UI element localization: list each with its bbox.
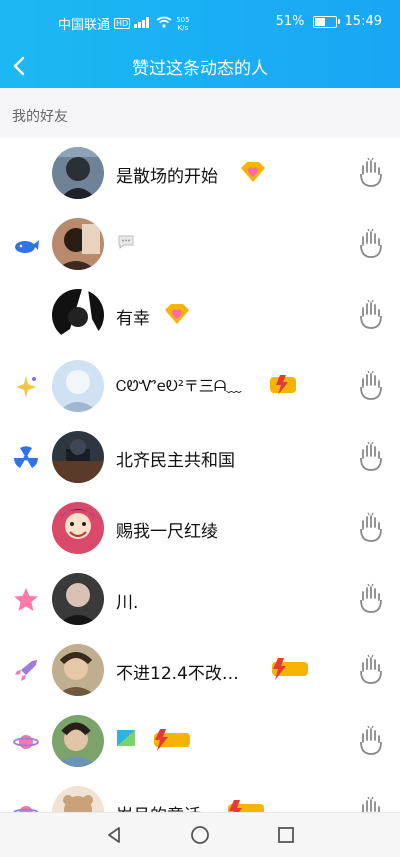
like-hand-icon[interactable]	[356, 227, 386, 261]
lightning-badge-icon	[148, 728, 192, 752]
diamond-heart-icon	[162, 302, 192, 326]
avatar[interactable]	[52, 644, 104, 696]
list-item[interactable]: 北齐民主共和国	[0, 422, 400, 493]
battery-icon	[312, 15, 340, 28]
like-hand-icon[interactable]	[356, 298, 386, 332]
like-hand-icon[interactable]	[356, 369, 386, 403]
friend-name: 川.	[116, 593, 139, 613]
like-hand-icon[interactable]	[356, 795, 386, 812]
friend-name: 不进12.4不改…	[116, 664, 239, 684]
avatar[interactable]	[52, 573, 104, 625]
avatar[interactable]	[52, 360, 104, 412]
signal-icon	[134, 16, 152, 32]
net-speed: 505 K/s	[176, 16, 189, 32]
friend-name: 北齐民主共和国	[116, 451, 235, 471]
list-item[interactable]: 岁月的童话	[0, 777, 400, 812]
gradient-square-icon	[116, 728, 136, 752]
avatar[interactable]	[52, 289, 104, 341]
avatar[interactable]	[52, 218, 104, 270]
sparkle-icon	[12, 374, 40, 400]
nav-recents-button[interactable]	[276, 825, 296, 845]
lightning-badge-icon	[268, 373, 298, 397]
friend-name: 是散场的开始	[116, 167, 218, 187]
circle-home-icon	[191, 826, 209, 844]
planet-icon	[12, 800, 40, 812]
friend-name: 赐我一尺红绫	[116, 522, 218, 542]
friend-name: 岁月的童话	[116, 801, 201, 812]
friend-name: 有幸	[116, 309, 150, 329]
list-item[interactable]: 赐我一尺红绫	[0, 493, 400, 564]
like-hand-icon[interactable]	[356, 440, 386, 474]
status-left: 中国联通 HD 505 K/s	[58, 14, 190, 34]
diamond-heart-icon	[238, 160, 268, 184]
net-speed-unit: K/s	[177, 23, 189, 32]
nav-back-button[interactable]	[104, 825, 124, 845]
battery-percent: 51%	[275, 14, 305, 29]
hd-icon: HD	[114, 18, 131, 29]
system-nav-bar	[0, 812, 400, 857]
triangle-back-icon	[108, 827, 120, 843]
avatar[interactable]	[52, 502, 104, 554]
pink-star-icon	[12, 587, 40, 613]
status-bar: 中国联通 HD 505 K/s 51% 15:49	[0, 0, 400, 44]
list-item[interactable]: 是散场的开始	[0, 138, 400, 209]
avatar[interactable]	[52, 715, 104, 767]
like-hand-icon[interactable]	[356, 511, 386, 545]
nav-home-button[interactable]	[190, 825, 210, 845]
whale-icon	[12, 232, 40, 258]
like-hand-icon[interactable]	[356, 724, 386, 758]
carrier-text: 中国联通	[58, 18, 111, 33]
radiation-icon	[12, 445, 40, 471]
square-recents-icon	[278, 827, 294, 843]
list-item[interactable]	[0, 706, 400, 777]
friend-name: ᏟᏬᏉeᎧ²〒三ᗩ﹏	[116, 377, 242, 395]
chat-bubble-icon	[116, 233, 146, 257]
list-item[interactable]: 川.	[0, 564, 400, 635]
list-item[interactable]: ᏟᏬᏉeᎧ²〒三ᗩ﹏	[0, 351, 400, 422]
lightning-badge-icon	[266, 657, 310, 681]
status-right: 51% 15:49	[276, 14, 382, 29]
list-item[interactable]: 有幸	[0, 280, 400, 351]
top-navbar: 赞过这条动态的人	[0, 44, 400, 88]
like-hand-icon[interactable]	[356, 156, 386, 190]
wifi-icon	[156, 16, 172, 32]
page-title: 赞过这条动态的人	[132, 59, 268, 79]
friends-list: 是散场的开始 有幸 ᏟᏬᏉeᎧ²〒三ᗩ﹏ 北齐民主共和国 赐我一尺红绫 川. 不…	[0, 138, 400, 812]
avatar[interactable]	[52, 147, 104, 199]
clock: 15:49	[344, 14, 382, 29]
avatar[interactable]	[52, 431, 104, 483]
friends-section-header: 我的好友	[0, 88, 400, 138]
net-speed-value: 505	[176, 15, 190, 24]
list-item[interactable]: 不进12.4不改…	[0, 635, 400, 706]
like-hand-icon[interactable]	[356, 582, 386, 616]
section-label: 我的好友	[12, 109, 68, 125]
planet-icon	[12, 729, 40, 755]
avatar[interactable]	[52, 786, 104, 812]
like-hand-icon[interactable]	[356, 653, 386, 687]
list-item[interactable]	[0, 209, 400, 280]
rocket-icon	[12, 658, 40, 684]
lightning-badge-icon	[222, 799, 266, 812]
